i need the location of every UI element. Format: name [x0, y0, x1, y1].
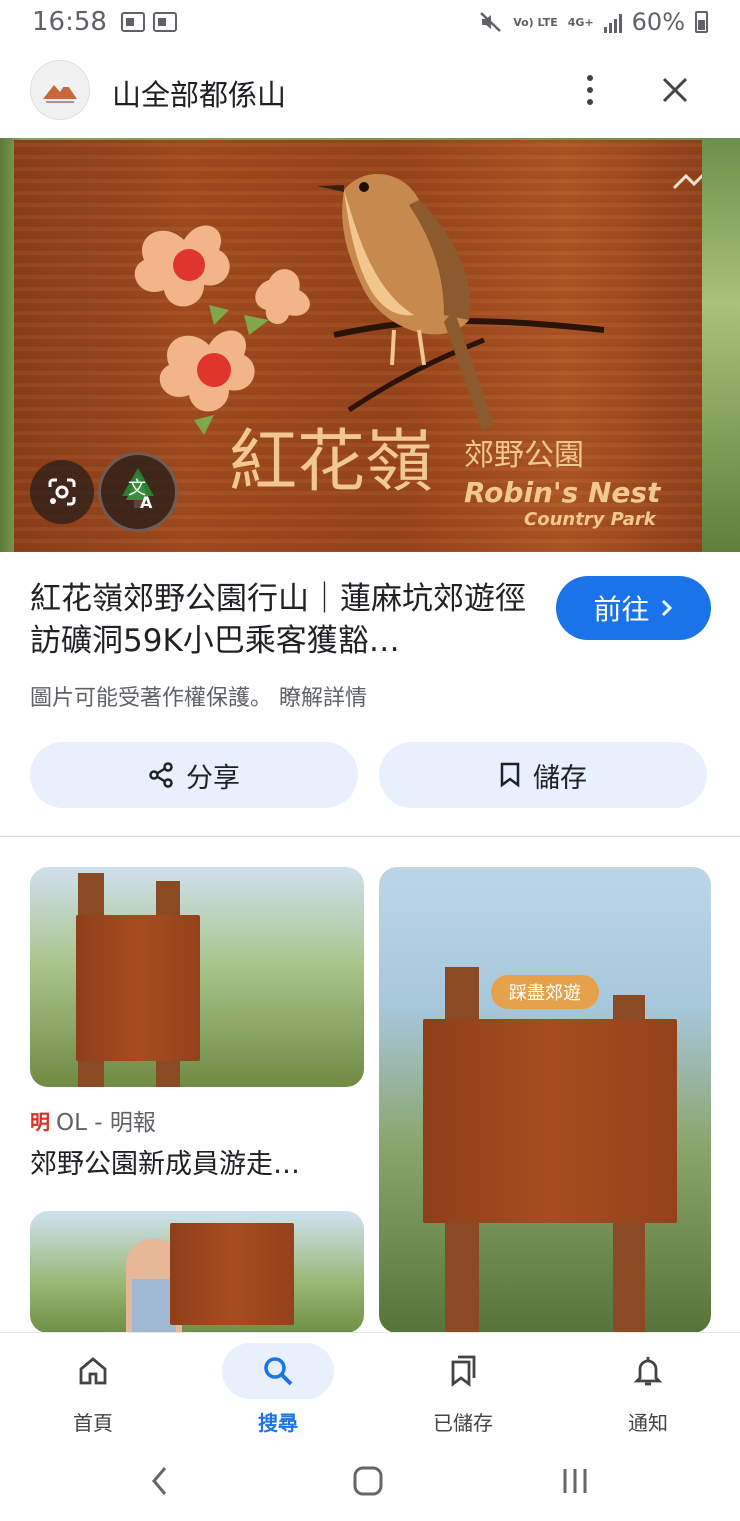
site-logo-icon[interactable]	[30, 60, 90, 120]
sign-en-2: Country Park	[524, 509, 657, 530]
bell-icon	[633, 1357, 663, 1386]
share-icon	[149, 762, 173, 788]
mini-sign	[76, 915, 200, 1061]
related-image-3[interactable]	[30, 1211, 364, 1333]
section-divider	[0, 836, 740, 837]
result-title[interactable]: 紅花嶺郊野公園行山｜蓮麻坑郊遊徑訪礦洞59K小巴乘客獲豁…	[30, 578, 540, 662]
recents-icon	[563, 1469, 587, 1493]
search-icon	[264, 1357, 293, 1386]
signal-icon	[603, 11, 622, 33]
foliage-background	[702, 138, 740, 552]
source-line-1[interactable]: 明 OL - 明報	[30, 1103, 156, 1137]
google-lens-button[interactable]	[30, 460, 94, 524]
site-name[interactable]: 山全部都係山	[112, 72, 286, 114]
status-time: 16:58	[32, 7, 107, 37]
battery-icon	[695, 11, 708, 33]
news-notification-icon	[120, 12, 145, 32]
nav-notifications-icon-wrap	[592, 1343, 704, 1399]
home-square-icon	[353, 1466, 383, 1496]
more-vert-icon	[587, 75, 593, 81]
sign-en-1: Robin's Nest	[464, 476, 662, 509]
sign-sub-cn: 郊野公園	[464, 438, 584, 473]
more-vert-dot	[587, 99, 593, 105]
visit-label: 前往	[593, 593, 650, 626]
close-button[interactable]	[650, 66, 700, 114]
visit-button[interactable]: 前往	[556, 576, 711, 640]
close-icon	[662, 77, 688, 103]
network-type-indicator: 4G+	[567, 15, 594, 29]
learn-more-link[interactable]: 瞭解詳情	[279, 686, 367, 711]
system-home-button[interactable]	[338, 1461, 398, 1501]
news-notification-icon-2	[152, 12, 177, 32]
nav-saved[interactable]: 已儲存	[393, 1343, 533, 1438]
video-banner: 踩盡郊遊	[491, 975, 599, 1009]
saved-icon	[451, 1355, 476, 1387]
nav-home-label: 首頁	[73, 1411, 113, 1435]
share-label: 分享	[186, 762, 240, 794]
more-vert-dot	[587, 87, 593, 93]
nav-saved-icon-wrap	[407, 1343, 519, 1399]
nav-search-icon-wrap	[222, 1343, 334, 1399]
nav-home[interactable]: 首頁	[23, 1343, 163, 1438]
system-back-button[interactable]	[130, 1461, 190, 1501]
share-button[interactable]: 分享	[30, 742, 358, 808]
related-image-1[interactable]	[30, 867, 364, 1087]
nav-notifications-label: 通知	[628, 1411, 668, 1435]
system-navigation-bar	[0, 1443, 740, 1521]
lens-result-header: 山全部都係山	[0, 58, 740, 122]
nav-home-icon-wrap	[37, 1343, 149, 1399]
battery-percent: 60%	[631, 8, 685, 36]
mini-sign	[423, 1019, 677, 1223]
translate-icon: 文 A	[122, 468, 154, 512]
nav-search-label: 搜尋	[258, 1411, 298, 1435]
translate-button[interactable]: 文 A	[98, 452, 178, 532]
source-favicon: 明	[30, 1109, 50, 1134]
status-right-group: Vo) LTE 4G+ 60%	[479, 8, 708, 36]
copyright-text: 圖片可能受著作權保護。	[30, 686, 273, 711]
system-recents-button[interactable]	[545, 1461, 605, 1501]
save-button[interactable]: 儲存	[379, 742, 707, 808]
volte-indicator: Vo) LTE	[513, 15, 558, 29]
source-name: OL - 明報	[56, 1110, 156, 1136]
nav-search[interactable]: 搜尋	[208, 1343, 348, 1438]
google-lens-icon	[48, 478, 76, 506]
status-bar: 16:58 Vo) LTE 4G+ 60%	[0, 0, 740, 44]
copyright-notice: 圖片可能受著作權保護。 瞭解詳情	[30, 680, 367, 712]
related-image-2[interactable]: 踩盡郊遊	[379, 867, 711, 1333]
mini-sign	[170, 1223, 294, 1325]
mountain-logo-icon	[43, 83, 77, 103]
back-chevron-icon	[152, 1467, 167, 1495]
bottom-navigation: 首頁 搜尋 已儲存 通知	[0, 1333, 740, 1443]
sign-title-cn: 紅花嶺	[229, 423, 433, 502]
nav-notifications[interactable]: 通知	[578, 1343, 718, 1438]
status-notification-icons	[120, 12, 177, 32]
bookmark-icon	[500, 762, 520, 788]
save-label: 儲存	[533, 762, 587, 794]
related-title-1[interactable]: 郊野公園新成員游走…	[30, 1142, 364, 1181]
more-options-button[interactable]	[570, 66, 610, 114]
chevron-right-icon	[661, 599, 672, 617]
home-icon	[79, 1357, 107, 1385]
nav-saved-label: 已儲存	[433, 1411, 493, 1435]
mute-icon	[480, 12, 502, 32]
svg-text:A: A	[140, 493, 153, 512]
